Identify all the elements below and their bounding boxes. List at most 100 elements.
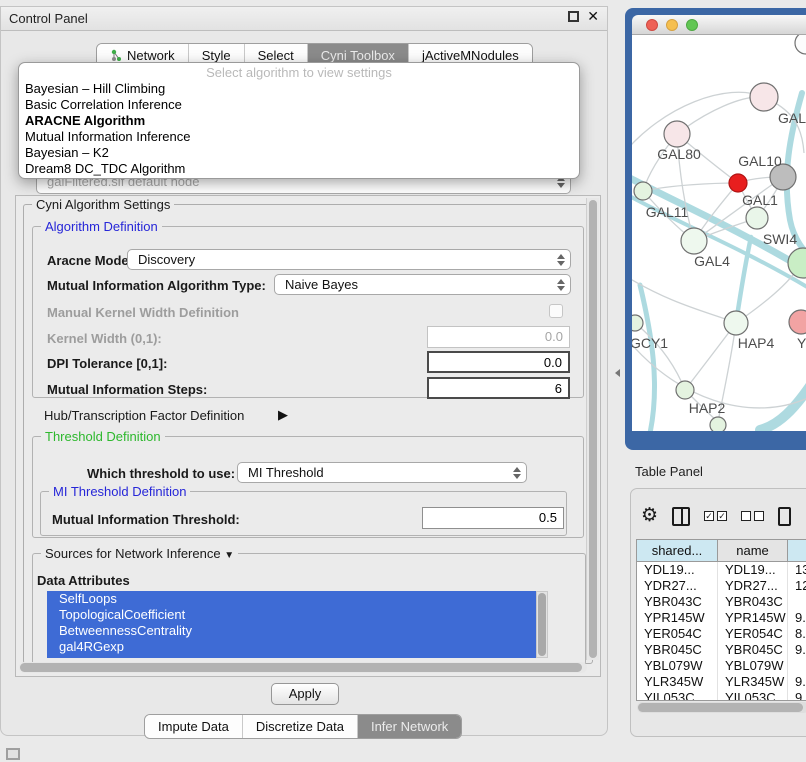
column-header-extra[interactable] [788,540,806,561]
table-row[interactable]: YLR345WYLR345W9. [637,674,806,690]
data-attributes-label: Data Attributes [37,573,130,588]
mi-algorithm-type-combobox[interactable]: Naive Bayes [274,274,571,295]
network-canvas[interactable]: GAL GAL80 GAL10 GAL1 GAL11 SWI4 GAL4 GCY… [632,35,806,431]
column-header-shared[interactable]: shared... [637,540,718,561]
mi-steps-field[interactable]: 6 [427,377,570,399]
network-window-titlebar [632,15,806,35]
node-right-green[interactable] [788,248,806,278]
dropdown-item-mutual-information[interactable]: Mutual Information Inference [19,129,579,145]
gear-icon[interactable]: ⚙ [641,506,658,526]
dpi-tolerance-label: DPI Tolerance [0,1]: [47,356,167,371]
network-view-window: GAL GAL80 GAL10 GAL1 GAL11 SWI4 GAL4 GCY… [625,8,806,450]
node-swi4[interactable] [746,207,768,229]
combo-stepper-icon [555,278,566,291]
table-row[interactable]: YDL19...YDL19...13 [637,562,806,578]
list-item-gal4rgexp[interactable]: gal4RGexp [47,639,548,655]
table-body: YDL19...YDL19...13 YDR27...YDR27...12 YB… [637,562,806,701]
deselect-all-icon[interactable] [741,511,764,521]
node-gal4[interactable] [681,228,707,254]
zoom-traffic-light-icon[interactable] [686,19,698,31]
aracne-mode-combobox[interactable]: Discovery [127,249,571,270]
data-attributes-list: SelfLoops TopologicalCoefficient Between… [47,591,548,658]
node-gal1-selected[interactable] [729,174,747,192]
dropdown-item-dream8[interactable]: Dream8 DC_TDC Algorithm [19,161,579,177]
dropdown-item-basic-correlation[interactable]: Basic Correlation Inference [19,97,579,113]
edge[interactable] [632,92,764,153]
dropdown-item-bayesian-k2[interactable]: Bayesian – K2 [19,145,579,161]
mi-threshold-field[interactable]: 0.5 [422,507,564,529]
tab-impute-data[interactable]: Impute Data [145,715,242,738]
list-scrollbar[interactable] [536,591,548,658]
list-item-topologicalcoefficient[interactable]: TopologicalCoefficient [47,607,548,623]
edge[interactable] [760,377,806,430]
minimize-traffic-light-icon[interactable] [666,19,678,31]
tab-network-label: Network [127,48,175,63]
mi-type-label: Mutual Information Algorithm Type: [47,278,266,293]
node-hap2[interactable] [676,381,694,399]
node-bottom[interactable] [710,417,726,431]
column-header-name[interactable]: name [718,540,788,561]
edge[interactable] [685,323,736,390]
combo-stepper-icon [511,466,522,479]
tab-discretize-data[interactable]: Discretize Data [242,715,357,738]
node-gcy1[interactable] [632,315,643,331]
collapse-arrow-icon[interactable]: ▼ [224,550,234,561]
table-row[interactable]: YDR27...YDR27...12 [637,578,806,594]
mi-threshold-label: Mutual Information Threshold: [52,512,240,527]
edge[interactable] [640,285,655,431]
close-icon[interactable]: ✕ [587,11,599,22]
dock-panel-icon[interactable] [6,748,20,760]
aracne-mode-label: Aracne Mode: [47,253,133,268]
network-icon [110,49,123,62]
node-label: GAL80 [657,146,701,162]
dropdown-item-aracne[interactable]: ARACNE Algorithm [19,113,579,129]
network-graph: GAL GAL80 GAL10 GAL1 GAL11 SWI4 GAL4 GCY… [632,35,806,431]
list-item-betweennesscentrality[interactable]: BetweennessCentrality [47,623,548,639]
settings-vertical-scrollbar[interactable] [586,198,599,660]
columns-icon[interactable] [672,507,690,526]
node-partial-top[interactable] [795,35,806,54]
node-table: shared... name YDL19...YDL19...13 YDR27.… [636,539,806,701]
dpi-tolerance-field[interactable]: 0.0 [427,351,570,373]
aracne-mode-value: Discovery [138,250,195,269]
table-row[interactable]: YBL079WYBL079W [637,658,806,674]
table-panel: ⚙ ✓ ✓ shared... name YDL19...YDL19...13 … [630,488,806,737]
node-gal80[interactable] [664,121,690,147]
apply-button[interactable]: Apply [271,683,339,705]
node-gal-top[interactable] [750,83,778,111]
splitter-collapse-icon[interactable] [615,369,620,377]
node-hap4[interactable] [724,311,748,335]
manual-kernel-checkbox[interactable] [549,304,563,318]
hub-definition-label: Hub/Transcription Factor Definition [44,408,244,423]
select-all-icon[interactable]: ✓ ✓ [704,511,727,521]
table-row[interactable]: YIL053CYIL053C9 [637,690,806,701]
cyni-mode-tabs: Impute Data Discretize Data Infer Networ… [144,714,462,739]
dropdown-item-bayesian-hill[interactable]: Bayesian – Hill Climbing [19,81,579,97]
close-traffic-light-icon[interactable] [646,19,658,31]
settings-horizontal-scrollbar[interactable] [19,662,587,673]
control-panel-window: Control Panel ✕ Network Style Select Cyn [0,6,608,736]
float-window-icon[interactable] [568,11,579,22]
node-label: GAL1 [742,192,778,208]
node-pink-right[interactable] [789,310,806,334]
algorithm-dropdown-list: Select algorithm to view settings Bayesi… [18,62,580,179]
node-label: GAL4 [694,253,730,269]
table-row[interactable]: YER054CYER054C8. [637,626,806,642]
table-row[interactable]: YBR043CYBR043C [637,594,806,610]
node-label: SWI4 [763,231,797,247]
expand-arrow-icon[interactable]: ▶ [278,407,288,423]
table-horizontal-scrollbar[interactable] [637,702,806,713]
tab-infer-network[interactable]: Infer Network [357,715,461,738]
node-label: HAP2 [689,400,726,416]
new-table-icon[interactable] [778,507,791,526]
list-item-selfloops[interactable]: SelfLoops [47,591,548,607]
mi-steps-label: Mutual Information Steps: [47,382,207,397]
combo-stepper-icon [555,253,566,266]
table-panel-title: Table Panel [635,464,703,479]
table-row[interactable]: YPR145WYPR145W9. [637,610,806,626]
node-gal11[interactable] [634,182,652,200]
kernel-width-field[interactable]: 0.0 [427,326,570,348]
table-row[interactable]: YBR045CYBR045C9. [637,642,806,658]
which-threshold-combobox[interactable]: MI Threshold [237,462,527,483]
sources-title: Sources for Network Inference ▼ [41,546,238,561]
